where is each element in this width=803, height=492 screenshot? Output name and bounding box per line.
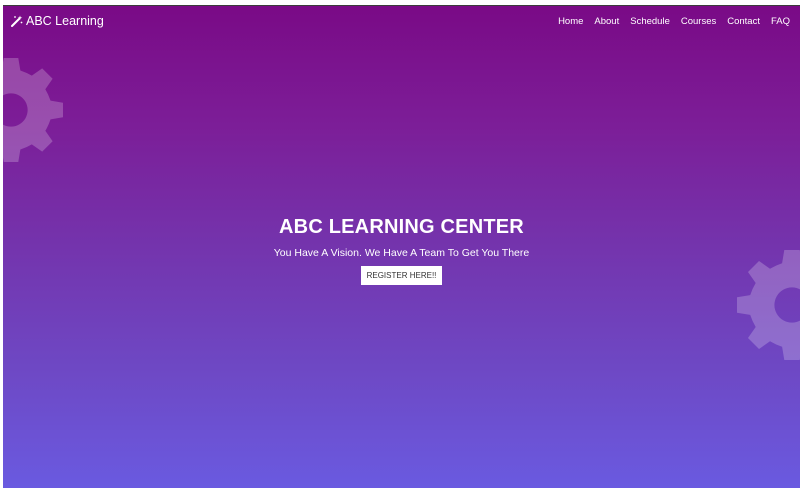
nav-link-faq[interactable]: FAQ	[771, 16, 790, 27]
nav-link-contact[interactable]: Contact	[727, 16, 760, 27]
register-button[interactable]: REGISTER HERE!!	[360, 266, 443, 285]
nav-menu: Home About Schedule Courses Contact FAQ	[558, 16, 790, 27]
brand-label: ABC Learning	[26, 14, 104, 28]
hero-title: ABC LEARNING CENTER	[279, 216, 524, 238]
nav-link-home[interactable]: Home	[558, 16, 583, 27]
brand-link[interactable]: ABC Learning	[11, 14, 104, 28]
nav-link-courses[interactable]: Courses	[681, 16, 716, 27]
navbar: ABC Learning Home About Schedule Courses…	[3, 6, 800, 38]
nav-link-schedule[interactable]: Schedule	[630, 16, 670, 27]
magic-wand-icon	[11, 15, 23, 27]
hero-section: ABC LEARNING CENTER You Have A Vision. W…	[3, 214, 800, 285]
gear-icon	[3, 58, 63, 162]
nav-link-about[interactable]: About	[594, 16, 619, 27]
page-frame: ABC Learning Home About Schedule Courses…	[3, 5, 800, 488]
hero-subtitle: You Have A Vision. We Have A Team To Get…	[273, 247, 530, 259]
